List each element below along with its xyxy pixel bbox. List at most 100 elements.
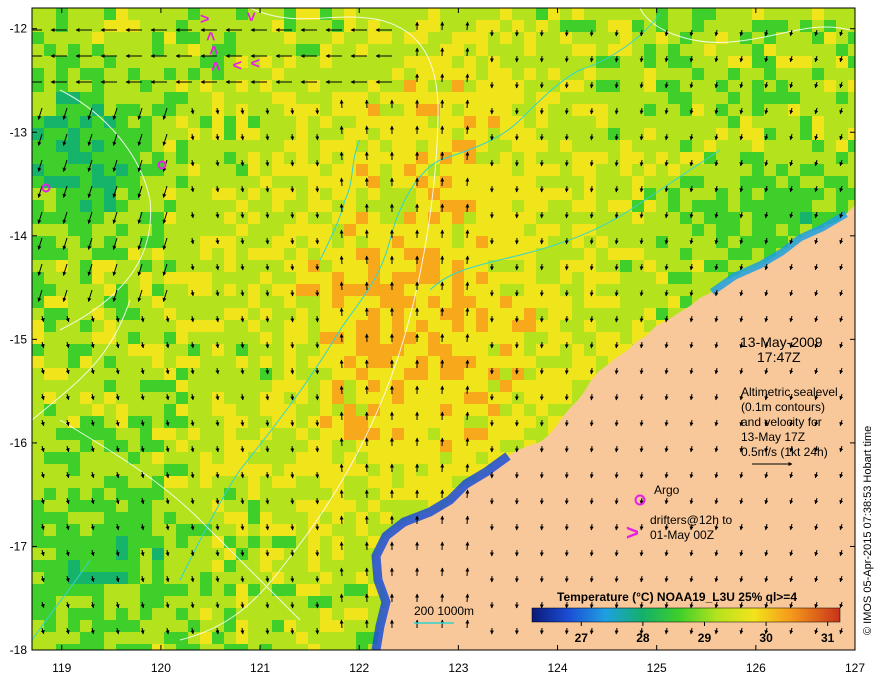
- sst-cell: [56, 368, 69, 381]
- sst-cell: [416, 392, 429, 405]
- sst-cell: [32, 248, 45, 261]
- sst-cell: [836, 140, 849, 153]
- sst-cell: [260, 308, 273, 321]
- sst-cell: [380, 224, 393, 237]
- sst-cell: [152, 92, 165, 105]
- sst-cell: [752, 224, 765, 237]
- sst-cell: [464, 8, 477, 21]
- sst-cell: [344, 68, 357, 81]
- sst-cell: [404, 416, 417, 429]
- sst-cell: [596, 44, 609, 57]
- sst-cell: [368, 464, 381, 477]
- sst-cell: [452, 368, 465, 381]
- sst-cell: [332, 92, 345, 105]
- sst-cell: [428, 392, 441, 405]
- sst-cell: [752, 152, 765, 165]
- sst-cell: [476, 116, 489, 129]
- sst-cell: [104, 464, 117, 477]
- sst-cell: [788, 128, 801, 141]
- sst-cell: [428, 80, 441, 93]
- sst-cell: [800, 8, 813, 21]
- sst-cell: [200, 548, 213, 561]
- sst-cell: [692, 176, 705, 189]
- sst-cell: [332, 392, 345, 405]
- sst-cell: [380, 32, 393, 45]
- sst-cell: [104, 356, 117, 369]
- sst-cell: [560, 200, 573, 213]
- sst-cell: [320, 308, 333, 321]
- sst-cell: [80, 476, 93, 489]
- sst-cell: [668, 152, 681, 165]
- sst-cell: [500, 296, 513, 309]
- sst-cell: [260, 116, 273, 129]
- sst-cell: [224, 344, 237, 357]
- sst-cell: [596, 116, 609, 129]
- sst-cell: [80, 524, 93, 537]
- sst-cell: [152, 104, 165, 117]
- sst-cell: [380, 284, 393, 297]
- sst-cell: [224, 584, 237, 597]
- sst-cell: [56, 536, 69, 549]
- sst-cell: [404, 80, 417, 93]
- sst-cell: [716, 188, 729, 201]
- sst-cell: [824, 188, 837, 201]
- sst-cell: [404, 176, 417, 189]
- sst-cell: [140, 224, 153, 237]
- sst-cell: [368, 332, 381, 345]
- sst-cell: [92, 176, 105, 189]
- sst-cell: [116, 488, 129, 501]
- sst-cell: [176, 524, 189, 537]
- sst-cell: [488, 20, 501, 33]
- sst-cell: [248, 296, 261, 309]
- sst-cell: [272, 104, 285, 117]
- sst-cell: [236, 512, 249, 525]
- sst-cell: [284, 20, 297, 33]
- sst-cell: [704, 20, 717, 33]
- sst-cell: [320, 176, 333, 189]
- sst-cell: [200, 500, 213, 513]
- sst-cell: [260, 380, 273, 393]
- sst-cell: [176, 332, 189, 345]
- sst-cell: [632, 164, 645, 177]
- sst-cell: [116, 212, 129, 225]
- sst-cell: [428, 368, 441, 381]
- sst-cell: [128, 8, 141, 21]
- sst-cell: [116, 356, 129, 369]
- sst-cell: [488, 44, 501, 57]
- sst-cell: [44, 320, 57, 333]
- sst-cell: [428, 152, 441, 165]
- sst-cell: [380, 428, 393, 441]
- sst-cell: [824, 8, 837, 21]
- sst-cell: [320, 584, 333, 597]
- sst-cell: [68, 464, 81, 477]
- sst-cell: [320, 380, 333, 393]
- sst-cell: [140, 104, 153, 117]
- sst-cell: [560, 140, 573, 153]
- sst-cell: [764, 44, 777, 57]
- velocity-arrow: [589, 341, 594, 349]
- sst-cell: [704, 56, 717, 69]
- sst-cell: [512, 260, 525, 273]
- sst-cell: [308, 416, 321, 429]
- velocity-arrow: [339, 177, 344, 187]
- sst-cell: [740, 116, 753, 129]
- sst-cell: [248, 476, 261, 489]
- sst-cell: [248, 116, 261, 129]
- sst-cell: [500, 116, 513, 129]
- sst-cell: [92, 548, 105, 561]
- sst-cell: [368, 152, 381, 165]
- sst-cell: [344, 116, 357, 129]
- sst-cell: [680, 188, 693, 201]
- sst-cell: [392, 140, 405, 153]
- sst-cell: [512, 404, 525, 417]
- sst-cell: [512, 416, 525, 429]
- velocity-arrow: [589, 367, 594, 375]
- sst-cell: [752, 8, 765, 21]
- sst-cell: [200, 416, 213, 429]
- sst-cell: [380, 8, 393, 21]
- sst-cell: [572, 140, 585, 153]
- sst-cell: [824, 68, 837, 81]
- sst-cell: [272, 524, 285, 537]
- sst-cell: [680, 104, 693, 117]
- sst-cell: [56, 224, 69, 237]
